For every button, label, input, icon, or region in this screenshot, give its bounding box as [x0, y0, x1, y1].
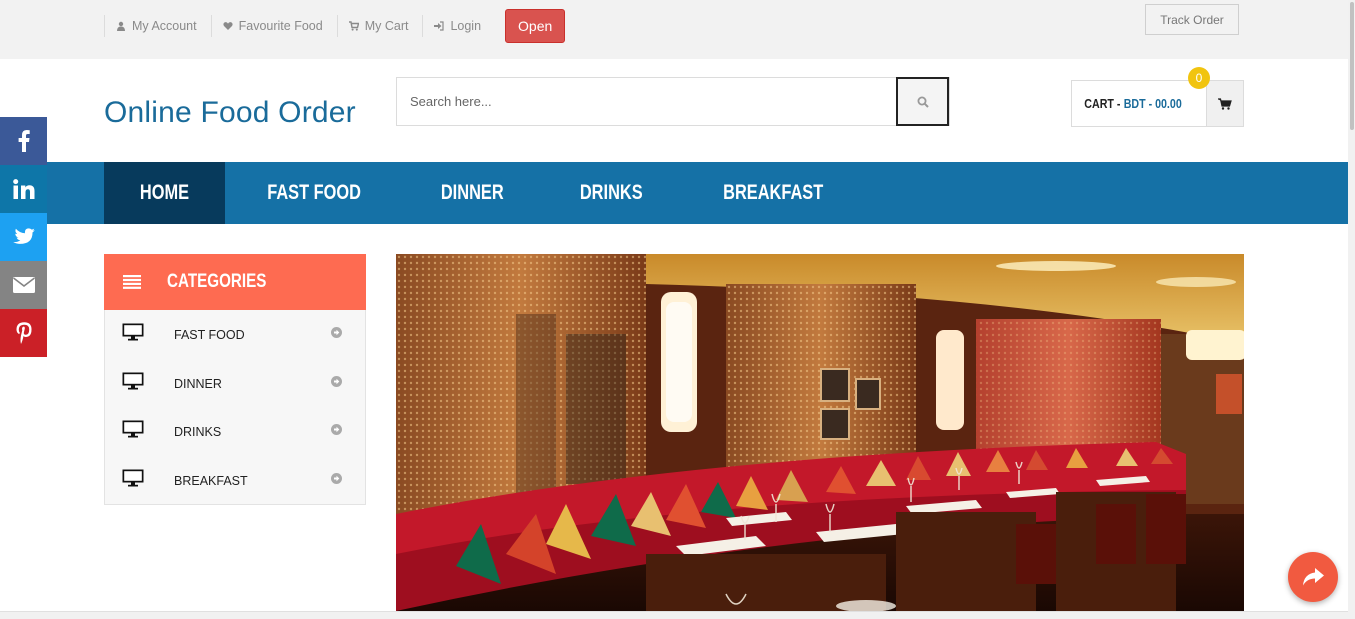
arrow-circle-right-icon	[331, 375, 342, 387]
heart-icon	[223, 22, 233, 30]
monitor-icon	[122, 420, 144, 438]
facebook-icon	[18, 130, 30, 152]
category-label: BREAKFAST	[174, 473, 248, 488]
cart-amount: BDT - 00.00	[1123, 96, 1182, 111]
categories-header[interactable]: CATEGORIES	[104, 254, 366, 310]
category-item-fast-food[interactable]: FAST FOOD	[105, 310, 365, 359]
category-item-drinks[interactable]: DRINKS	[105, 407, 365, 456]
login-icon	[434, 21, 445, 31]
categories-title: CATEGORIES	[167, 271, 267, 292]
hero-banner-image	[396, 254, 1244, 611]
share-icon	[1303, 568, 1324, 586]
cart-widget[interactable]: CART - BDT - 00.00	[1071, 80, 1244, 127]
category-item-breakfast[interactable]: BREAKFAST	[105, 456, 365, 505]
search-button[interactable]	[896, 77, 949, 126]
cart-prefix: CART -	[1084, 96, 1121, 111]
track-order-button[interactable]: Track Order	[1145, 4, 1239, 35]
monitor-icon	[122, 469, 144, 486]
search-input[interactable]	[397, 78, 896, 125]
nav-item-drinks[interactable]: DRINKS	[542, 162, 681, 224]
cart-icon-box[interactable]	[1205, 81, 1243, 126]
share-button[interactable]	[1288, 552, 1338, 602]
nav-items: HOME FAST FOOD DINNER DRINKS BREAKFAST	[104, 162, 867, 224]
cart-count-badge: 0	[1188, 67, 1210, 89]
nav-fast-food-label: FAST FOOD	[267, 181, 361, 204]
twitter-share-button[interactable]	[0, 213, 47, 261]
social-share-bar	[0, 117, 47, 357]
user-icon	[117, 21, 125, 31]
nav-home-label: HOME	[139, 181, 190, 204]
nav-item-home[interactable]: HOME	[104, 162, 225, 224]
bottom-strip	[0, 611, 1355, 619]
login-label: Login	[450, 19, 482, 33]
favourite-food-link[interactable]: Favourite Food	[210, 15, 337, 37]
arrow-circle-right-icon	[331, 424, 342, 435]
categories-list: FAST FOOD DINNER DRINKS BREAKFAST	[104, 310, 366, 505]
twitter-icon	[12, 228, 35, 244]
cart-summary: CART - BDT - 00.00	[1072, 81, 1182, 126]
main-nav: HOME FAST FOOD DINNER DRINKS BREAKFAST	[47, 162, 1348, 224]
nav-item-breakfast[interactable]: BREAKFAST	[680, 162, 866, 224]
pinterest-icon	[16, 322, 31, 344]
top-bar: My Account Favourite Food My Cart Login …	[0, 0, 1348, 59]
search-bar	[396, 77, 950, 126]
menu-icon	[123, 275, 141, 289]
shopping-cart-icon	[1217, 97, 1232, 110]
category-label: DINNER	[174, 376, 222, 391]
my-account-label: My Account	[132, 19, 197, 33]
site-logo[interactable]: Online Food Order	[104, 96, 356, 130]
open-button[interactable]: Open	[505, 9, 566, 43]
monitor-icon	[122, 323, 144, 341]
nav-item-dinner[interactable]: DINNER	[403, 162, 542, 224]
search-icon	[917, 96, 929, 108]
facebook-share-button[interactable]	[0, 117, 47, 165]
email-share-button[interactable]	[0, 261, 47, 309]
email-icon	[12, 277, 35, 293]
restaurant-interior-image	[396, 254, 1244, 611]
my-cart-label: My Cart	[364, 19, 409, 33]
nav-breakfast-label: BREAKFAST	[723, 181, 824, 204]
cart-icon	[348, 21, 359, 31]
pinterest-share-button[interactable]	[0, 309, 47, 357]
linkedin-icon	[12, 179, 34, 199]
nav-dinner-label: DINNER	[441, 181, 504, 204]
nav-drinks-label: DRINKS	[579, 181, 643, 204]
top-links: My Account Favourite Food My Cart Login …	[104, 9, 566, 43]
arrow-circle-right-icon	[331, 472, 342, 484]
category-label: FAST FOOD	[174, 328, 245, 342]
favourite-food-label: Favourite Food	[238, 19, 323, 33]
category-label: DRINKS	[174, 425, 222, 439]
monitor-icon	[122, 372, 144, 389]
arrow-circle-right-icon	[331, 327, 342, 338]
category-item-dinner[interactable]: DINNER	[105, 359, 365, 408]
nav-item-fast-food[interactable]: FAST FOOD	[225, 162, 403, 224]
login-link[interactable]: Login	[422, 15, 495, 37]
my-account-link[interactable]: My Account	[104, 15, 211, 37]
linkedin-share-button[interactable]	[0, 165, 47, 213]
my-cart-link[interactable]: My Cart	[336, 15, 423, 37]
scrollbar-thumb[interactable]	[1350, 2, 1354, 130]
